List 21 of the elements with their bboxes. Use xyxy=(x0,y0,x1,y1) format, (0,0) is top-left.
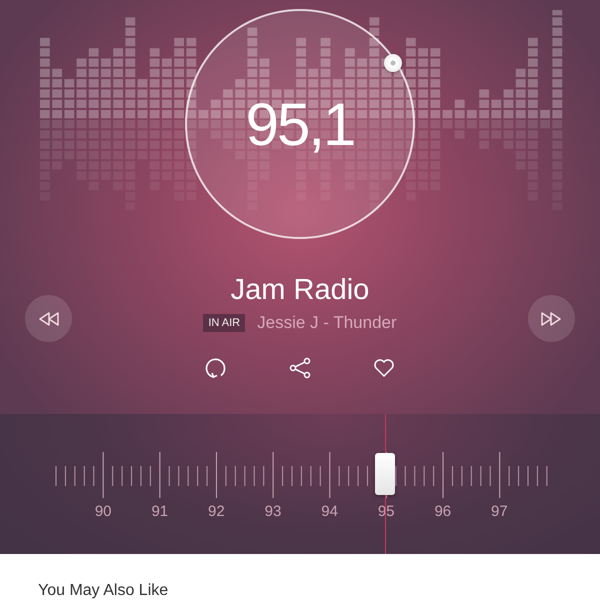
frequency-label: 93 xyxy=(264,503,282,520)
fast-forward-icon xyxy=(540,312,562,326)
repeat-icon xyxy=(204,356,228,380)
frequency-label: 90 xyxy=(94,503,112,520)
dial-knob[interactable] xyxy=(384,54,402,72)
frequency-label: 92 xyxy=(208,503,225,520)
share-icon xyxy=(288,356,312,380)
frequency-label: 91 xyxy=(151,503,168,520)
frequency-label: 96 xyxy=(434,503,452,520)
tuner-handle[interactable] xyxy=(374,453,395,495)
frequency-dial[interactable]: 95,1 xyxy=(185,9,415,239)
section-title: You May Also Like xyxy=(38,582,170,600)
rewind-button[interactable] xyxy=(25,295,72,342)
station-name: Jam Radio xyxy=(230,274,370,307)
rewind-icon xyxy=(38,312,60,326)
frequency-label: 94 xyxy=(321,503,338,520)
frequency-label: 97 xyxy=(491,503,508,520)
track-title: Jessie J - Thunder xyxy=(257,313,397,333)
frequency-readout: 95,1 xyxy=(246,90,354,158)
fast-forward-button[interactable] xyxy=(528,295,575,342)
status-badge: IN AIR xyxy=(203,314,246,332)
